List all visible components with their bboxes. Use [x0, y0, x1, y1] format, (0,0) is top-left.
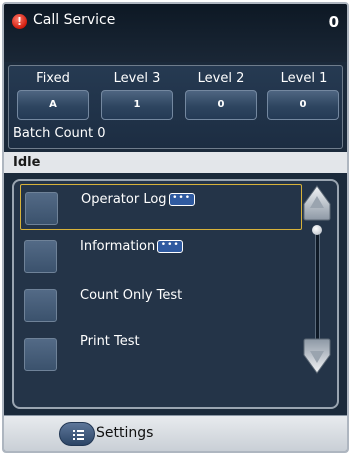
menu-item-checkbox[interactable] [24, 289, 57, 322]
menu-item-label: Operator Log ••• [81, 192, 195, 207]
level-label-fixed: Fixed [36, 71, 70, 86]
bottom-bar: Settings [4, 415, 347, 451]
menu-item-label: Print Test [80, 334, 140, 349]
header-count: 0 [328, 13, 339, 31]
status-text: Idle [13, 155, 41, 170]
menu-item-checkbox[interactable] [25, 192, 58, 225]
menu-item-checkbox[interactable] [24, 240, 57, 273]
level-button-fixed[interactable]: A [17, 90, 89, 120]
menu-item-count-only-test[interactable]: Count Only Test [20, 282, 302, 328]
menu-panel: Operator Log ••• Information ••• Count Onl… [12, 179, 339, 409]
menu-item-information[interactable]: Information ••• [20, 233, 302, 279]
level-button-1[interactable]: 0 [267, 90, 339, 120]
menu-item-print-test[interactable]: Print Test [20, 331, 302, 377]
settings-list-icon[interactable] [59, 422, 95, 446]
level-button-3[interactable]: 1 [101, 90, 173, 120]
level-label-2: Level 2 [197, 71, 245, 86]
more-icon[interactable]: ••• [157, 240, 184, 253]
batch-count: Batch Count 0 [13, 126, 106, 141]
call-service-screen: ! Call Service 0 Fixed Level 3 Level 2 L… [2, 2, 349, 453]
batch-panel: Fixed Level 3 Level 2 Level 1 A 1 0 0 Ba… [8, 65, 343, 149]
menu-item-text: Operator Log [81, 192, 167, 207]
menu-item-label: Information ••• [80, 239, 184, 254]
status-bar: Idle [4, 152, 347, 173]
header-title[interactable]: Call Service [33, 12, 115, 28]
menu-item-text: Information [80, 239, 156, 254]
alert-icon[interactable]: ! [12, 14, 27, 29]
menu-item-checkbox[interactable] [24, 338, 57, 371]
scrollbar-thumb[interactable] [312, 225, 322, 235]
menu-item-label: Count Only Test [80, 288, 183, 303]
menu-item-operator-log[interactable]: Operator Log ••• [20, 184, 302, 230]
scrollbar-track[interactable] [315, 227, 320, 339]
level-label-1: Level 1 [280, 71, 328, 86]
settings-button[interactable]: Settings [96, 425, 153, 441]
level-label-3: Level 3 [113, 71, 161, 86]
level-button-2[interactable]: 0 [185, 90, 257, 120]
more-icon[interactable]: ••• [168, 193, 195, 206]
scroll-down-icon[interactable] [302, 337, 332, 375]
header: ! Call Service 0 [4, 4, 347, 62]
scroll-up-icon[interactable] [302, 184, 332, 222]
